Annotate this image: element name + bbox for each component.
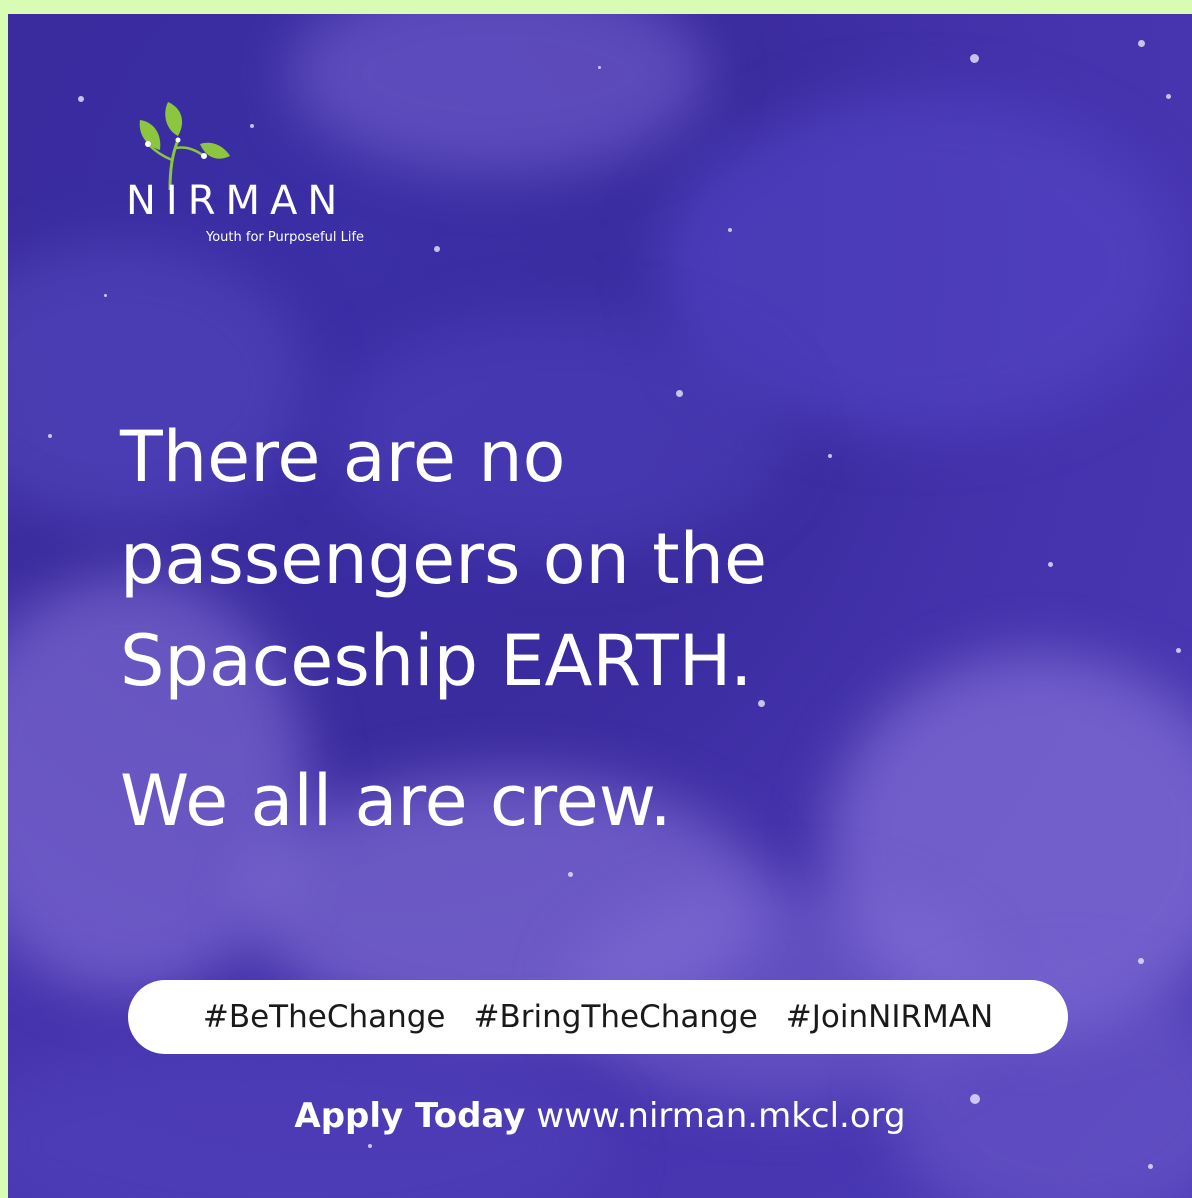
- headline-line-1: There are no: [120, 416, 566, 498]
- website-link[interactable]: www.nirman.mkcl.org: [536, 1096, 905, 1136]
- star: [568, 872, 573, 877]
- apply-cta: Apply Today: [294, 1096, 526, 1136]
- hashtag: #BringTheChange: [473, 999, 758, 1035]
- star: [598, 66, 601, 69]
- logo-wordmark: NIRMAN: [126, 178, 348, 224]
- star: [676, 390, 683, 397]
- star: [1138, 40, 1145, 47]
- star: [78, 96, 84, 102]
- star: [48, 434, 52, 438]
- headline: There are no passengers on the Spaceship…: [120, 406, 1020, 712]
- star: [1176, 648, 1181, 653]
- headline-line-3: Spaceship EARTH.: [120, 620, 753, 702]
- star: [368, 1144, 372, 1148]
- star: [1166, 94, 1171, 99]
- headline-line-2: passengers on the: [120, 518, 768, 600]
- logo-tagline: Youth for Purposeful Life: [206, 230, 365, 245]
- star: [104, 294, 107, 297]
- poster: NIRMAN Youth for Purposeful Life There a…: [8, 14, 1192, 1198]
- hashtag: #JoinNIRMAN: [785, 999, 994, 1035]
- star: [1148, 1164, 1153, 1169]
- star: [434, 246, 440, 252]
- cloud: [658, 94, 1178, 434]
- subline: We all are crew.: [120, 760, 672, 842]
- hashtag-pill: #BeTheChange #BringTheChange #JoinNIRMAN: [128, 980, 1068, 1054]
- nirman-logo: NIRMAN Youth for Purposeful Life: [126, 100, 386, 250]
- apply-footer: Apply Today www.nirman.mkcl.org: [8, 1096, 1192, 1136]
- star: [728, 228, 732, 232]
- hashtag: #BeTheChange: [202, 999, 446, 1035]
- star: [1048, 562, 1053, 567]
- star: [970, 54, 979, 63]
- star: [1138, 958, 1144, 964]
- sprout-icon: [139, 102, 230, 190]
